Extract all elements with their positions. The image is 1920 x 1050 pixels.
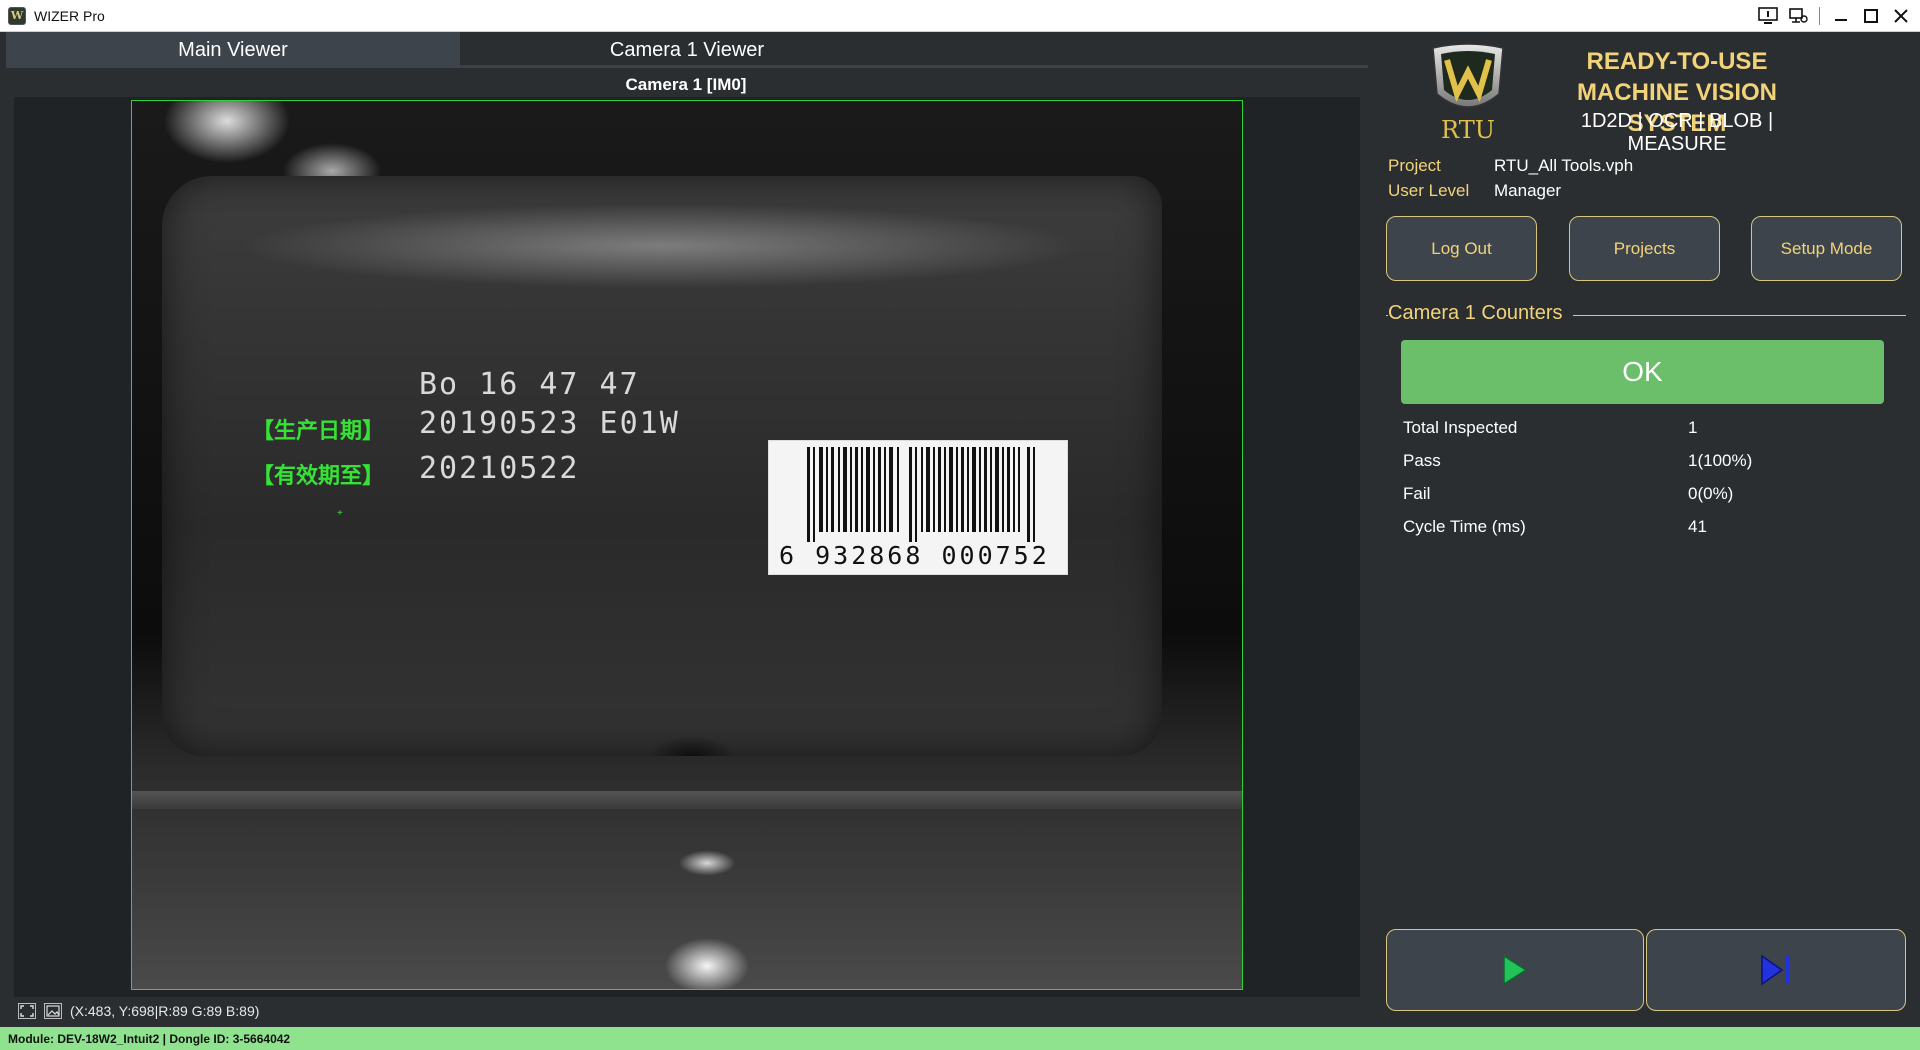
viewer-panel: Main Viewer Camera 1 Viewer Camera 1 [IM… xyxy=(0,32,1372,1025)
single-step-button[interactable] xyxy=(1646,929,1906,1011)
tab-main-viewer[interactable]: Main Viewer xyxy=(6,32,460,68)
minimize-icon[interactable] xyxy=(1828,3,1854,29)
logo-text: RTU xyxy=(1441,116,1495,142)
control-panel: RTU READY-TO-USE MACHINE VISION SYSTEM 1… xyxy=(1372,32,1920,1025)
barcode-bars xyxy=(807,447,1035,542)
viewer-status-line: (X:483, Y:698|R:89 G:89 B:89) xyxy=(18,1000,259,1022)
run-button[interactable] xyxy=(1386,929,1644,1011)
maximize-icon[interactable] xyxy=(1858,3,1884,29)
inspection-status-badge: OK xyxy=(1401,340,1884,404)
network-settings-icon[interactable] xyxy=(1785,3,1811,29)
camera-title: Camera 1 [IM0] xyxy=(625,75,747,94)
ocr-label-expiry-date: 【有效期至】 xyxy=(252,464,385,489)
counter-label-cycle-time: Cycle Time (ms) xyxy=(1403,517,1526,536)
projects-button[interactable]: Projects xyxy=(1569,216,1720,281)
counter-value-total: 1 xyxy=(1688,418,1698,437)
fit-view-icon[interactable] xyxy=(18,1003,36,1019)
wizer-app-icon: W xyxy=(8,6,26,25)
header-tools: 1D2D | OCR | BLOB | MEASURE xyxy=(1580,110,1774,155)
log-out-button[interactable]: Log Out xyxy=(1386,216,1537,281)
camera-image[interactable]: Bo 16 47 47 【生产日期】 20190523 E01W + 【有效期至… xyxy=(131,100,1243,990)
user-level-label: User Level xyxy=(1388,181,1470,200)
barcode-label: 6 932868 000752 xyxy=(768,440,1068,575)
window-controls xyxy=(1755,0,1914,32)
step-forward-icon xyxy=(1761,954,1789,986)
barcode-digits: 6 932868 000752 xyxy=(779,541,1050,570)
print-line-3: 20210522 xyxy=(419,451,580,486)
monitor-info-icon[interactable] xyxy=(1755,3,1781,29)
counters-title: Camera 1 Counters xyxy=(1388,302,1573,325)
header-line-1: READY-TO-USE xyxy=(1586,48,1768,75)
project-label: Project xyxy=(1388,156,1441,175)
window-title: WIZER Pro xyxy=(34,7,105,24)
image-view-icon[interactable] xyxy=(44,1003,62,1019)
counter-value-pass: 1(100%) xyxy=(1688,451,1753,470)
title-separator xyxy=(1819,7,1820,25)
play-icon xyxy=(1503,954,1528,986)
module-status-bar: Module: DEV-18W2_Intuit2 | Dongle ID: 3-… xyxy=(0,1027,1920,1050)
project-value: RTU_All Tools.vph xyxy=(1494,156,1634,175)
ocr-label-production-date: 【生产日期】 xyxy=(252,419,385,444)
viewer-tabs: Main Viewer Camera 1 Viewer xyxy=(6,32,1368,68)
counter-value-cycle-time: 41 xyxy=(1688,517,1707,536)
pixel-readout: (X:483, Y:698|R:89 G:89 B:89) xyxy=(70,1003,260,1019)
counter-label-fail: Fail xyxy=(1403,484,1431,503)
print-line-1: Bo 16 47 47 xyxy=(419,367,640,402)
counter-label-pass: Pass xyxy=(1403,451,1441,470)
rtu-shield-logo: RTU xyxy=(1432,43,1504,142)
crosshair-marker: + xyxy=(337,508,343,519)
title-bar: W WIZER Pro xyxy=(0,0,1920,32)
print-line-2: 20190523 E01W xyxy=(419,406,680,441)
counter-label-total: Total Inspected xyxy=(1403,418,1518,437)
conveyor-belt xyxy=(132,791,1242,809)
close-icon[interactable] xyxy=(1888,3,1914,29)
setup-mode-button[interactable]: Setup Mode xyxy=(1751,216,1902,281)
user-level-value: Manager xyxy=(1494,181,1562,200)
tab-camera-1-viewer[interactable]: Camera 1 Viewer xyxy=(460,32,914,68)
image-viewport[interactable]: Bo 16 47 47 【生产日期】 20190523 E01W + 【有效期至… xyxy=(14,97,1360,997)
counter-value-fail: 0(0%) xyxy=(1688,484,1734,503)
